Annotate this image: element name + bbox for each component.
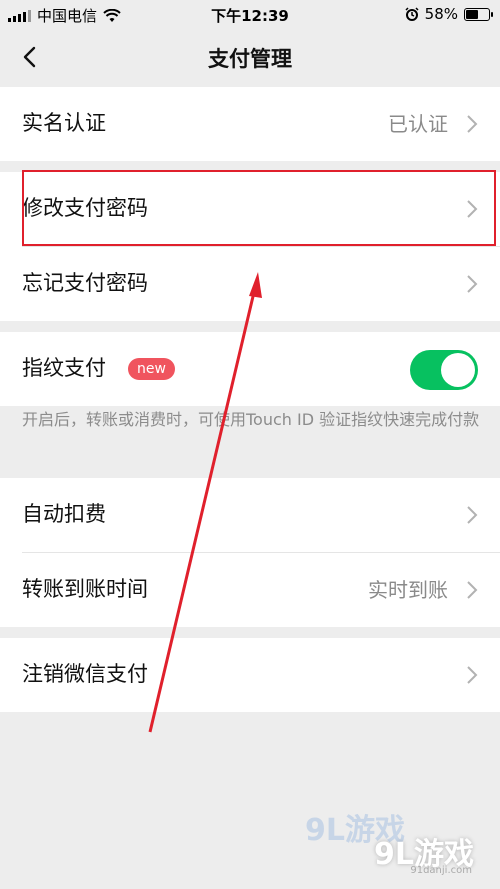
- watermark-url: 91danji.com: [410, 865, 472, 876]
- annotation-arrow: [148, 272, 262, 733]
- watermark: 9L游戏 91danji.com: [290, 825, 490, 876]
